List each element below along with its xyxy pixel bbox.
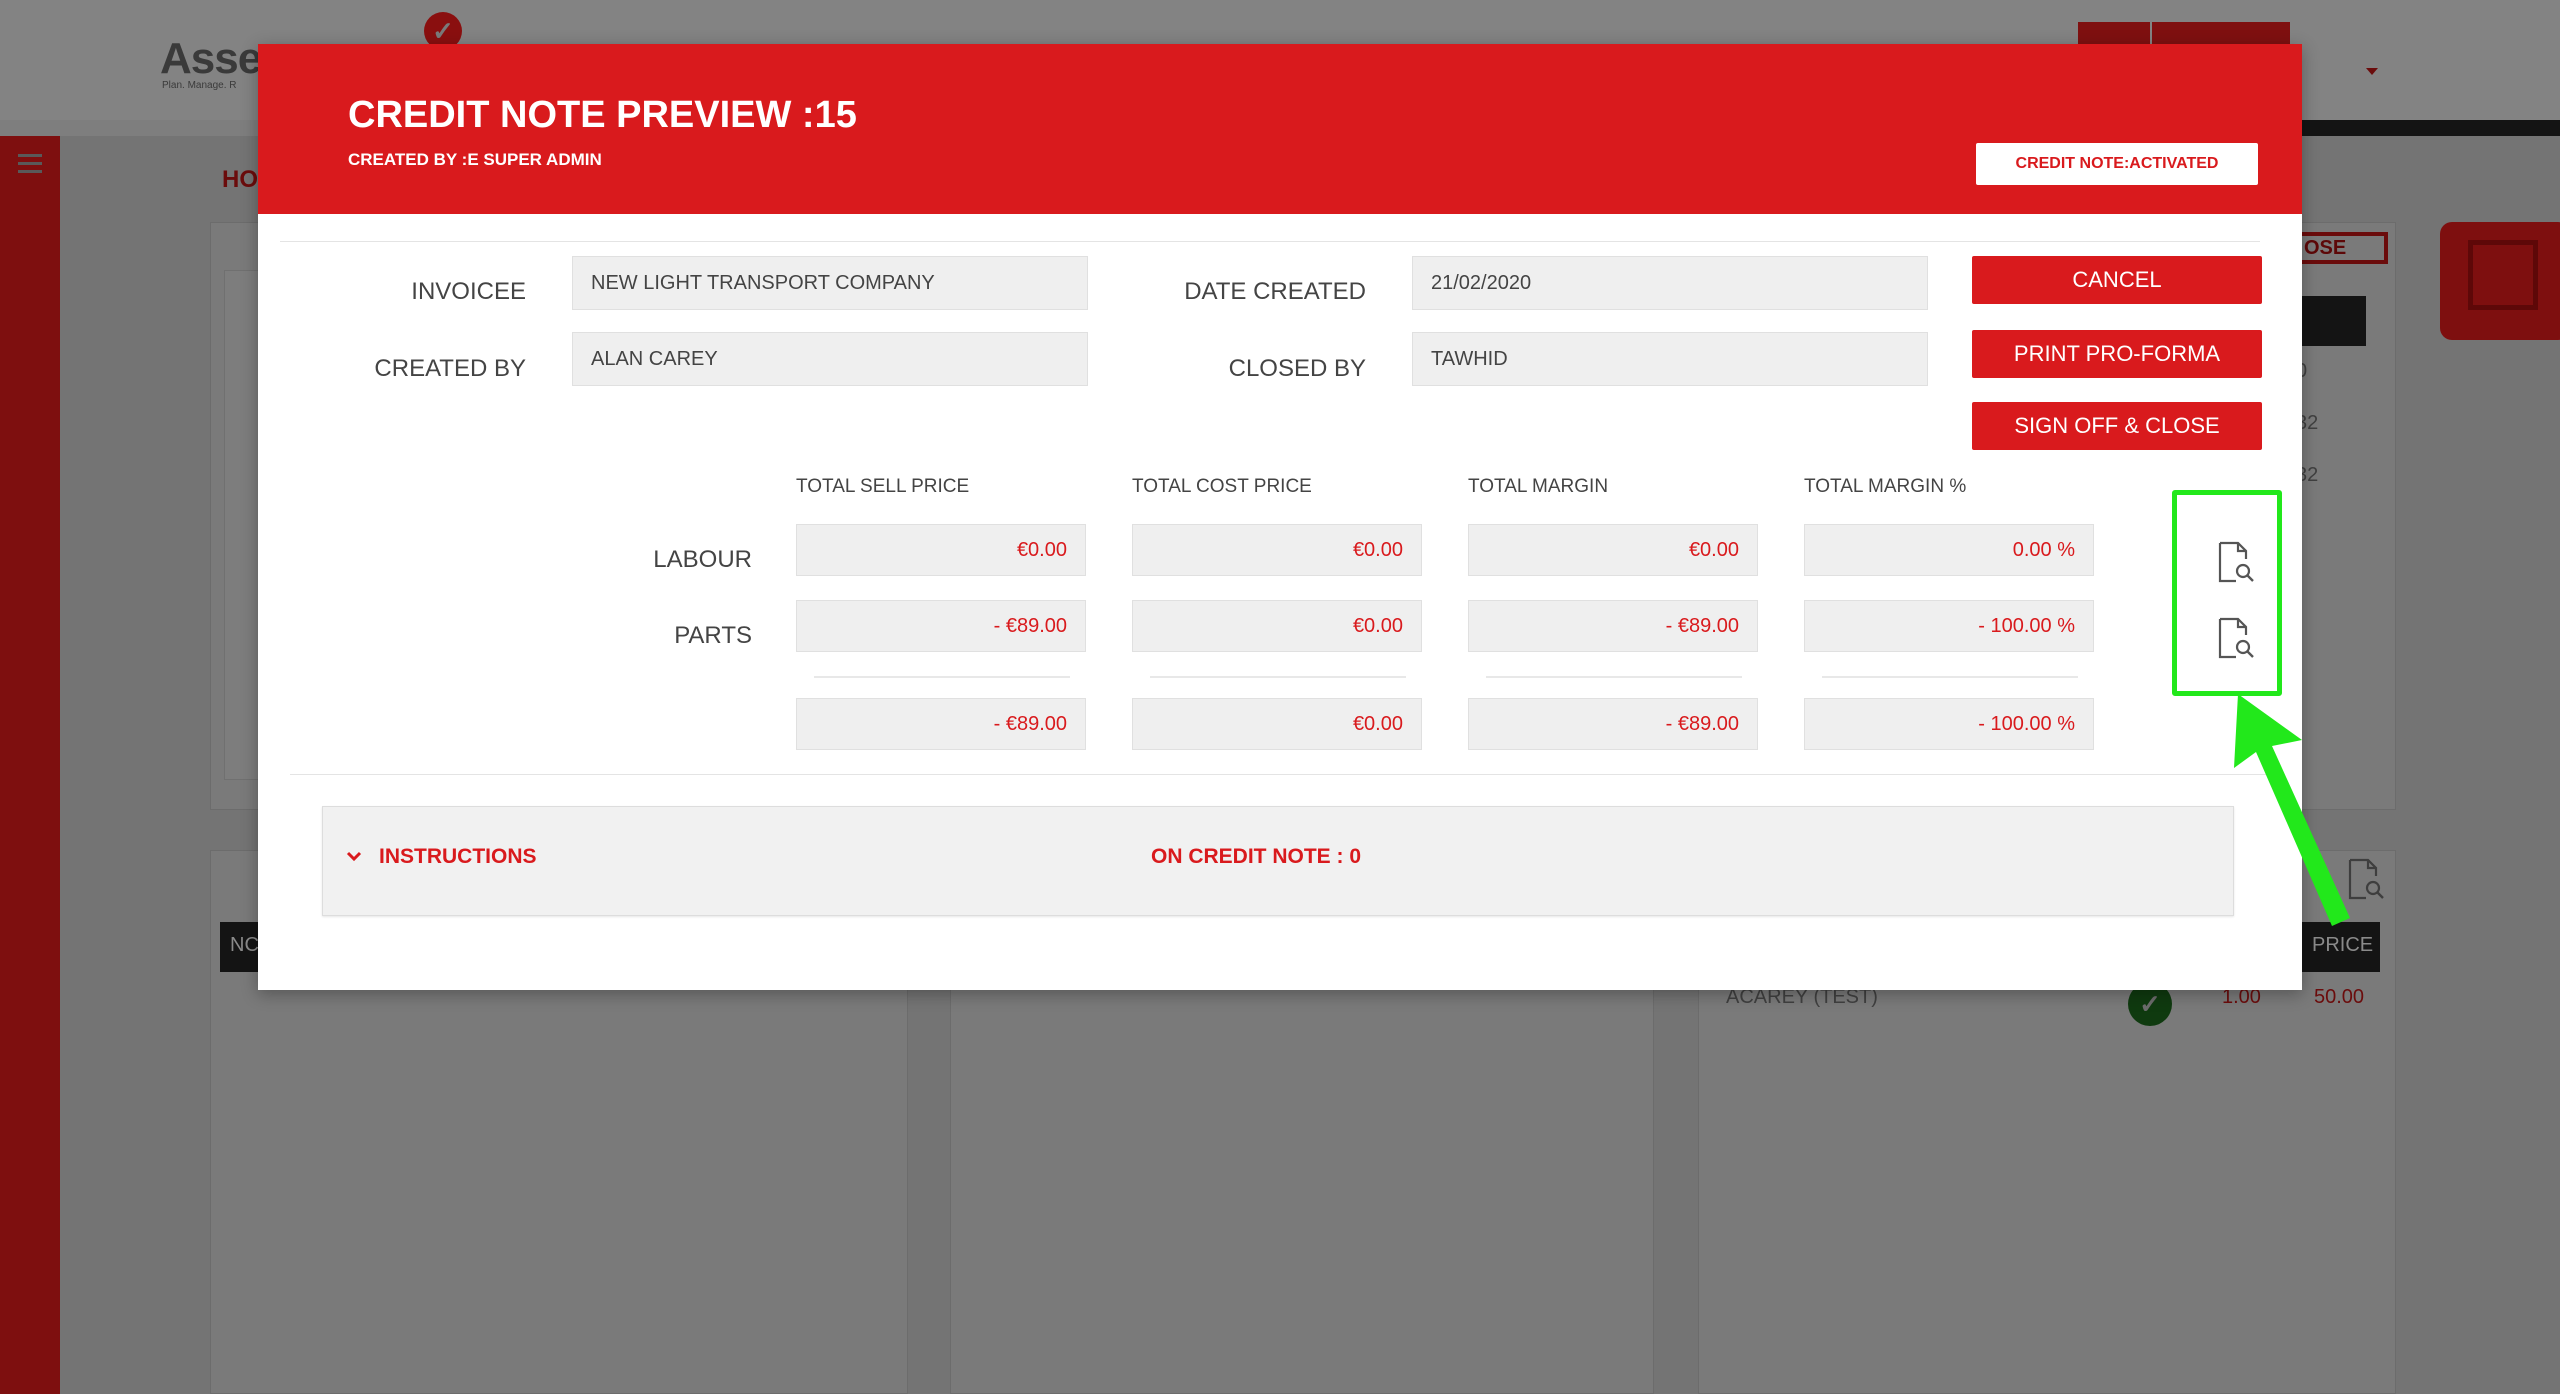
labour-margin-pct-value: 0.00 % [1804,524,2094,576]
instructions-count: ON CREDIT NOTE : 0 [1151,845,1362,868]
created-by-label: CREATED BY [374,355,526,382]
column-header-margin-pct: TOTAL MARGIN % [1804,476,1967,497]
date-created-label: DATE CREATED [1184,278,1366,305]
parts-cost-value: €0.00 [1132,600,1422,652]
header-divider [280,241,2260,242]
sign-off-close-button[interactable]: SIGN OFF & CLOSE [1972,402,2262,450]
column-header-sell: TOTAL SELL PRICE [796,476,970,497]
chevron-down-icon[interactable] [2366,68,2378,75]
row-label-parts: PARTS [674,622,752,649]
edit-icon [2468,240,2538,310]
app-logo: Asse [160,34,262,83]
total-sell-value: - €89.00 [796,698,1086,750]
background-column-label: PRICE [2312,934,2374,956]
credit-note-modal: CREDIT NOTE PREVIEW :15 CREATED BY :E SU… [258,44,2302,990]
modal-header: CREDIT NOTE PREVIEW :15 CREATED BY :E SU… [258,44,2302,214]
chevron-down-icon[interactable] [345,847,363,865]
column-header-cost: TOTAL COST PRICE [1132,476,1312,497]
hamburger-icon[interactable] [18,154,42,174]
labour-cost-value: €0.00 [1132,524,1422,576]
closed-by-label: CLOSED BY [1228,355,1366,382]
parts-margin-value: - €89.00 [1468,600,1758,652]
instructions-label[interactable]: INSTRUCTIONS [379,845,537,869]
background-column-label: NC [230,934,259,956]
print-pro-forma-button[interactable]: PRINT PRO-FORMA [1972,330,2262,378]
modal-title: CREDIT NOTE PREVIEW :15 [348,94,857,136]
invoicee-field[interactable]: NEW LIGHT TRANSPORT COMPANY [572,256,1088,310]
breadcrumb[interactable]: HO [222,166,258,194]
date-created-field[interactable]: 21/02/2020 [1412,256,1928,310]
instructions-panel[interactable]: INSTRUCTIONS ON CREDIT NOTE : 0 [322,806,2234,916]
labour-sell-value: €0.00 [796,524,1086,576]
row-label-labour: LABOUR [653,546,752,573]
annotation-arrow-icon [2234,694,2350,926]
labour-margin-value: €0.00 [1468,524,1758,576]
annotation-highlight-box [2172,490,2282,696]
parts-margin-pct-value: - 100.00 % [1804,600,2094,652]
app-logo-tagline: Plan. Manage. R [162,80,237,91]
cancel-button[interactable]: CANCEL [1972,256,2262,304]
status-badge: CREDIT NOTE:ACTIVATED [1976,143,2258,185]
total-separator [1486,676,1742,678]
total-separator [814,676,1070,678]
total-margin-value: - €89.00 [1468,698,1758,750]
total-separator [1822,676,2078,678]
background-row-price: 50.00 [2314,986,2365,1008]
total-separator [1150,676,1406,678]
total-margin-pct-value: - 100.00 % [1804,698,2094,750]
section-divider [290,774,2270,775]
parts-sell-value: - €89.00 [796,600,1086,652]
modal-subtitle: CREATED BY :E SUPER ADMIN [348,150,602,169]
invoicee-label: INVOICEE [411,278,526,305]
column-header-margin: TOTAL MARGIN [1468,476,1609,497]
total-cost-value: €0.00 [1132,698,1422,750]
closed-by-field[interactable]: TAWHID [1412,332,1928,386]
created-by-field[interactable]: ALAN CAREY [572,332,1088,386]
sidebar [0,136,60,1394]
